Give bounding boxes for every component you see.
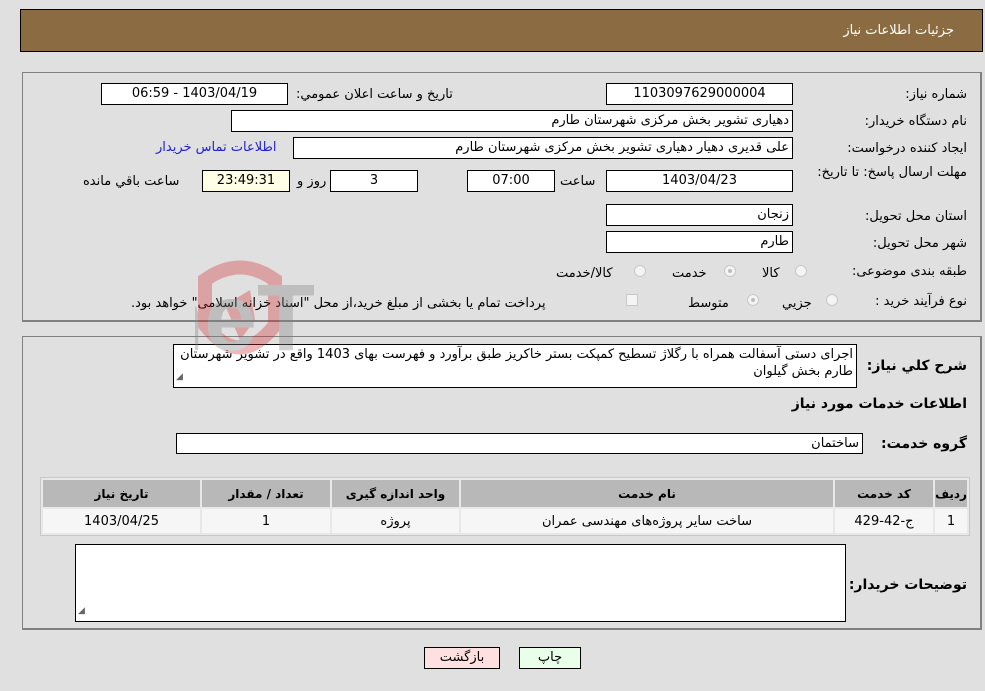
back-button[interactable]: بازگشت	[424, 647, 500, 669]
cell-unit: پروژه	[332, 509, 459, 533]
days-label: روز و	[297, 174, 327, 189]
resize-grip-icon[interactable]: ◢	[78, 603, 85, 620]
services-table: ردیف کد خدمت نام خدمت واحد اندازه گیری ت…	[40, 477, 970, 536]
col-service-code: کد خدمت	[835, 480, 933, 507]
print-button[interactable]: چاپ	[519, 647, 581, 669]
category-service-radio[interactable]	[724, 265, 736, 277]
col-service-name: نام خدمت	[461, 480, 833, 507]
treasury-note: پرداخت تمام یا بخشی از مبلغ خرید،از محل …	[131, 296, 546, 311]
category-goods-radio[interactable]	[795, 265, 807, 277]
deadline-time-field[interactable]: 07:00	[467, 170, 555, 192]
deadline-date-field[interactable]: 1403/04/23	[606, 170, 793, 192]
requester-label: ایجاد کننده درخواست:	[847, 141, 967, 156]
cell-need-date: 1403/04/25	[43, 509, 200, 533]
remaining-days-field[interactable]: 3	[330, 170, 418, 192]
table-row: 1 ج-42-429 ساخت سایر پروژه‌های مهندسی عم…	[43, 509, 967, 533]
need-number-label: شماره نیاز:	[905, 87, 967, 102]
resize-grip-icon[interactable]: ◢	[176, 369, 183, 386]
process-minor-label: جزيي	[782, 296, 812, 311]
buyer-notes-textarea[interactable]: ◢	[75, 544, 846, 622]
city-label: شهر محل تحویل:	[872, 236, 967, 251]
process-minor-radio[interactable]	[826, 294, 838, 306]
col-row: ردیف	[935, 480, 967, 507]
description-textarea[interactable]: اجرای دستی آسفالت همراه با رگلاژ تسطیح ک…	[173, 344, 857, 388]
cell-quantity: 1	[202, 509, 330, 533]
buyer-org-field[interactable]: دهیاری تشویر بخش مرکزی شهرستان طارم	[231, 110, 793, 132]
col-unit: واحد اندازه گیری	[332, 480, 459, 507]
announce-datetime-label: تاریخ و ساعت اعلان عمومي:	[296, 87, 453, 102]
page-header: جزئیات اطلاعات نیاز	[20, 9, 983, 52]
cell-service-code: ج-42-429	[835, 509, 933, 533]
process-medium-radio[interactable]	[747, 294, 759, 306]
cell-row: 1	[935, 509, 967, 533]
table-header-row: ردیف کد خدمت نام خدمت واحد اندازه گیری ت…	[43, 480, 967, 507]
announce-datetime-field[interactable]: 1403/04/19 - 06:59	[101, 83, 288, 105]
treasury-checkbox[interactable]	[626, 294, 638, 306]
city-field[interactable]: طارم	[606, 231, 793, 253]
category-label: طبقه بندی موضوعی:	[851, 264, 967, 279]
service-group-label: گروه خدمت:	[881, 436, 967, 452]
deadline-label: مهلت ارسال پاسخ: تا تاریخ:	[817, 165, 967, 180]
buyer-contact-link[interactable]: اطلاعات تماس خریدار	[156, 140, 276, 155]
requester-field[interactable]: علی قدیری دهیار دهیاری تشویر بخش مرکزی ش…	[293, 137, 793, 159]
category-goods-label: کالا	[762, 266, 780, 281]
category-goods-service-label: کالا/خدمت	[556, 266, 613, 281]
col-quantity: تعداد / مقدار	[202, 480, 330, 507]
province-field[interactable]: زنجان	[606, 204, 793, 226]
remaining-time-field: 23:49:31	[202, 170, 290, 192]
description-label: شرح کلي نیاز:	[866, 358, 967, 374]
service-group-field[interactable]: ساختمان	[176, 433, 863, 454]
buyer-notes-label: توضیحات خریدار:	[848, 577, 967, 593]
province-label: استان محل تحویل:	[865, 209, 967, 224]
cell-service-name: ساخت سایر پروژه‌های مهندسی عمران	[461, 509, 833, 533]
buyer-org-label: نام دستگاه خریدار:	[864, 114, 967, 129]
process-medium-label: متوسط	[688, 296, 729, 311]
process-label: نوع فرآیند خرید :	[875, 294, 967, 309]
col-need-date: تاریخ نیاز	[43, 480, 200, 507]
remaining-time-label: ساعت باقي مانده	[83, 174, 180, 189]
services-heading: اطلاعات خدمات مورد نیاز	[791, 396, 967, 412]
page-title: جزئیات اطلاعات نیاز	[843, 23, 954, 38]
need-number-field[interactable]: 1103097629000004	[606, 83, 793, 105]
description-text: اجرای دستی آسفالت همراه با رگلاژ تسطیح ک…	[180, 347, 853, 379]
deadline-time-label: ساعت	[560, 174, 596, 189]
category-service-label: خدمت	[672, 266, 707, 281]
category-goods-service-radio[interactable]	[634, 265, 646, 277]
